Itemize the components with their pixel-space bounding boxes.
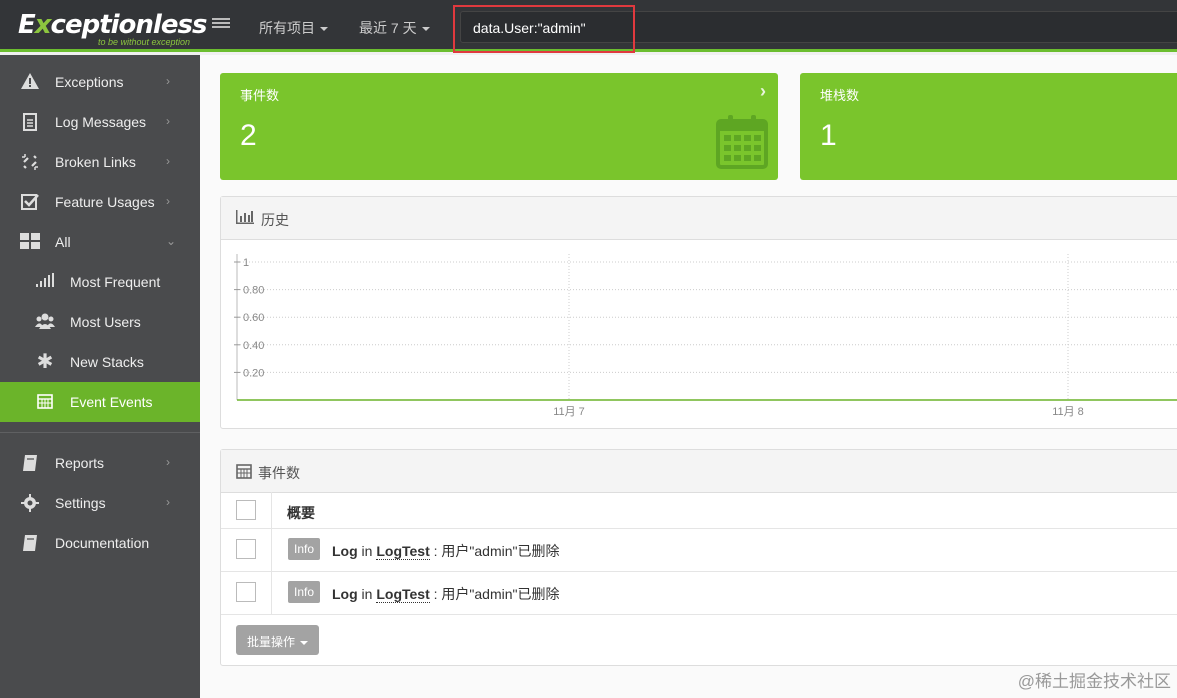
chevron-right-icon: › xyxy=(166,74,170,88)
table-row[interactable]: Info Log in LogTest : 用户"admin"已删除 xyxy=(221,529,1177,572)
event-source-link[interactable]: LogTest xyxy=(376,586,430,603)
y-tick-label: 1 xyxy=(243,257,249,269)
book-icon xyxy=(20,454,40,472)
sidebar-item-settings[interactable]: Settings › xyxy=(0,483,200,523)
chevron-right-icon[interactable]: › xyxy=(760,81,766,102)
calendar-icon xyxy=(716,115,768,169)
history-panel: 历史 1 0.80 0.60 0.40 0.20 11月 7 11月 8 xyxy=(220,196,1177,429)
y-tick-label: 0.60 xyxy=(243,312,264,324)
signal-icon xyxy=(35,273,55,291)
asterisk-icon: ✱ xyxy=(36,351,54,373)
project-dropdown[interactable]: 所有项目 xyxy=(259,18,328,38)
table-header-row: 概要 xyxy=(221,492,1177,529)
sidebar-item-event-events[interactable]: Event Events xyxy=(0,382,200,422)
sidebar-item-exceptions[interactable]: Exceptions › xyxy=(0,62,200,102)
top-bar: Exceptionless to be without exception 所有… xyxy=(0,0,1177,53)
sidebar-item-most-frequent[interactable]: Most Frequent xyxy=(0,262,200,302)
row-checkbox[interactable] xyxy=(236,539,256,559)
sidebar: Exceptions › Log Messages › Broken Links… xyxy=(0,55,200,698)
event-count-tile[interactable]: 事件数 2 › xyxy=(220,73,778,180)
stack-count-tile[interactable]: 堆栈数 1 xyxy=(800,73,1177,180)
history-chart: 1 0.80 0.60 0.40 0.20 11月 7 11月 8 xyxy=(234,254,1177,418)
calendar-icon xyxy=(35,393,55,411)
time-range-dropdown[interactable]: 最近 7 天 xyxy=(359,18,430,38)
level-badge: Info xyxy=(288,538,321,560)
sidebar-item-most-users[interactable]: Most Users xyxy=(0,302,200,342)
gear-icon xyxy=(20,494,40,512)
chevron-right-icon: › xyxy=(166,114,170,128)
sidebar-item-documentation[interactable]: Documentation xyxy=(0,523,200,563)
sidebar-divider xyxy=(0,432,200,433)
watermark: @稀土掘金技术社区 xyxy=(1017,672,1171,691)
chevron-right-icon: › xyxy=(166,194,170,208)
grid-icon xyxy=(20,233,40,251)
app-logo[interactable]: Exceptionless xyxy=(18,10,207,40)
y-tick-label: 0.40 xyxy=(243,340,264,352)
sidebar-item-reports[interactable]: Reports › xyxy=(0,443,200,483)
event-summary[interactable]: Log in LogTest : 用户"admin"已删除 xyxy=(332,541,560,561)
column-divider xyxy=(271,492,272,528)
chevron-right-icon: › xyxy=(166,495,170,509)
users-icon xyxy=(35,313,55,331)
column-divider xyxy=(271,529,272,571)
x-tick-label: 11月 7 xyxy=(553,406,585,418)
unlink-icon xyxy=(20,153,40,171)
y-tick-label: 0.80 xyxy=(243,285,264,297)
events-panel: 事件数 概要 Info Log in LogTest : 用户"admin"已删… xyxy=(220,449,1177,666)
column-divider xyxy=(271,572,272,614)
sidebar-item-log-messages[interactable]: Log Messages › xyxy=(0,102,200,142)
chevron-right-icon: › xyxy=(166,154,170,168)
events-panel-header: 事件数 xyxy=(221,450,1177,493)
sidebar-item-broken-links[interactable]: Broken Links › xyxy=(0,142,200,182)
main-content: 事件数 2 › 堆栈数 1 历史 1 0.80 0.60 0.40 0.20 11月 71… xyxy=(200,55,1177,698)
sidebar-item-feature-usages[interactable]: Feature Usages › xyxy=(0,182,200,222)
summary-column-header: 概要 xyxy=(287,505,315,521)
x-tick-label: 11月 8 xyxy=(1052,406,1084,418)
select-all-checkbox[interactable] xyxy=(236,500,256,520)
event-summary[interactable]: Log in LogTest : 用户"admin"已删除 xyxy=(332,584,560,604)
sidebar-item-all[interactable]: All ⌄ xyxy=(0,222,200,262)
chevron-down-icon: ⌄ xyxy=(166,234,177,248)
chevron-right-icon: › xyxy=(166,455,170,469)
bulk-action-button[interactable]: 批量操作 xyxy=(236,625,320,655)
calendar-icon xyxy=(236,463,252,482)
y-tick-label: 0.20 xyxy=(243,367,264,379)
menu-toggle-icon[interactable] xyxy=(212,16,230,32)
logo-tagline: to be without exception xyxy=(98,37,191,47)
level-badge: Info xyxy=(288,581,321,603)
file-text-icon xyxy=(20,113,40,131)
search-highlight-box xyxy=(453,5,635,53)
table-row[interactable]: Info Log in LogTest : 用户"admin"已删除 xyxy=(221,572,1177,615)
check-square-icon xyxy=(20,193,40,211)
book-icon xyxy=(20,534,40,552)
bar-chart-icon xyxy=(236,210,254,227)
row-checkbox[interactable] xyxy=(236,582,256,602)
event-source-link[interactable]: LogTest xyxy=(376,543,430,560)
warning-icon xyxy=(20,73,40,91)
history-panel-header: 历史 xyxy=(221,197,1177,240)
sidebar-item-new-stacks[interactable]: ✱ New Stacks xyxy=(0,342,200,382)
